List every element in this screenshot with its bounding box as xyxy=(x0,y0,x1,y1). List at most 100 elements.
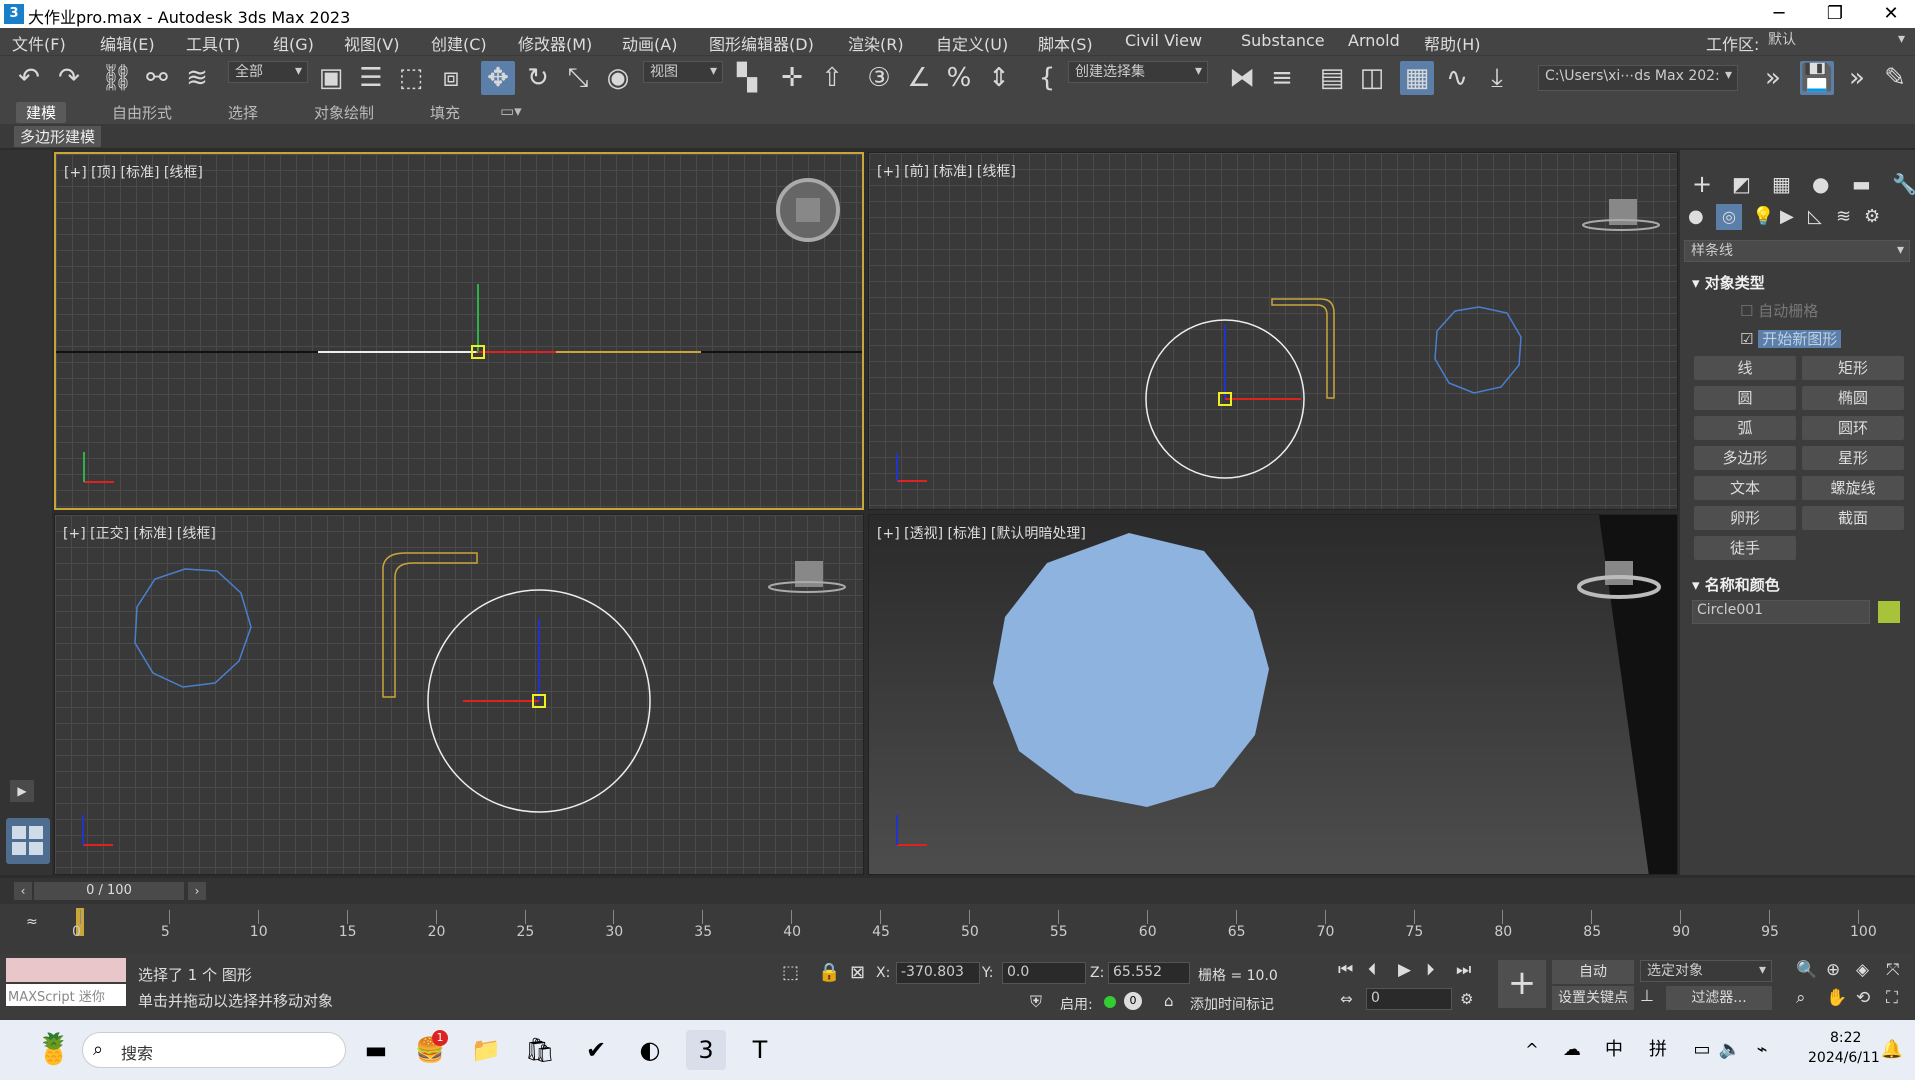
minimize-button[interactable]: ─ xyxy=(1751,0,1807,28)
named-selection-dropdown[interactable]: 创建选择集 xyxy=(1068,61,1208,83)
zoom-icon[interactable]: 🔍 xyxy=(1796,960,1817,980)
menu-edit[interactable]: 编辑(E) xyxy=(100,31,155,55)
menu-view[interactable]: 视图(V) xyxy=(344,31,399,55)
rectangle-button[interactable]: 矩形 xyxy=(1802,356,1904,380)
pineapple-widget-icon[interactable]: 🍍 xyxy=(34,1030,74,1070)
y-coord-field[interactable]: 0.0 xyxy=(1002,962,1086,984)
menu-rendering[interactable]: 渲染(R) xyxy=(848,31,904,55)
redo-icon[interactable]: ↷ xyxy=(52,61,86,95)
ellipse-button[interactable]: 椭圆 xyxy=(1802,386,1904,410)
helix-button[interactable]: 螺旋线 xyxy=(1802,476,1904,500)
prev-frame-icon[interactable]: ‹ xyxy=(14,882,32,900)
freehand-button[interactable]: 徒手 xyxy=(1694,536,1796,560)
modify-tab-icon[interactable]: ◩ xyxy=(1732,172,1751,196)
place-icon[interactable]: ◉ xyxy=(601,61,635,95)
rotate-icon[interactable]: ↻ xyxy=(521,61,555,95)
ime-chinese[interactable]: 中 xyxy=(1594,1030,1634,1070)
curve-editor-icon[interactable]: ∿ xyxy=(1440,61,1474,95)
set-key-button[interactable]: 设置关键点 xyxy=(1552,986,1634,1010)
spacewarps-icon[interactable]: ≋ xyxy=(1836,206,1851,227)
selected-objects-dropdown[interactable]: 选定对象 xyxy=(1640,960,1772,982)
menu-file[interactable]: 文件(F) xyxy=(12,31,66,55)
expand-icon[interactable]: ▶ xyxy=(10,780,34,802)
file-explorer-icon[interactable]: 📁 xyxy=(466,1030,506,1070)
align-icon[interactable]: ⇧ xyxy=(815,61,849,95)
close-button[interactable]: ✕ xyxy=(1863,0,1915,28)
clock-date[interactable]: 2024/6/11 xyxy=(1808,1050,1880,1066)
play-icon[interactable]: ▶ xyxy=(1398,960,1411,980)
menu-tools[interactable]: 工具(T) xyxy=(186,31,240,55)
goto-end-icon[interactable]: ⏭ xyxy=(1456,960,1471,980)
next-frame-icon[interactable]: › xyxy=(188,882,206,900)
task-view-icon[interactable]: ▬ xyxy=(356,1030,396,1070)
menu-graph-editors[interactable]: 图形编辑器(D) xyxy=(709,31,814,55)
scene-explorer-icon[interactable]: ▤ xyxy=(1315,61,1349,95)
menu-create[interactable]: 创建(C) xyxy=(431,31,487,55)
prev-key-icon[interactable]: ⏴ xyxy=(1368,960,1377,980)
align-tool-icon[interactable]: ≡ xyxy=(1265,61,1299,95)
shapes-icon[interactable]: ◎ xyxy=(1716,204,1742,230)
move-icon[interactable]: ✥ xyxy=(481,61,515,95)
absolute-mode-icon[interactable]: ⊠ xyxy=(850,962,865,983)
maxscript-mini-field[interactable]: MAXScript 迷你 xyxy=(6,984,126,1006)
key-mode-icon[interactable]: ✛ xyxy=(775,61,809,95)
maxscript-listener[interactable] xyxy=(6,958,126,982)
workspace-select[interactable]: 默认 xyxy=(1762,30,1910,52)
hierarchy-tab-icon[interactable]: ▦ xyxy=(1772,172,1791,196)
section-button[interactable]: 截面 xyxy=(1802,506,1904,530)
geometry-icon[interactable]: ● xyxy=(1688,206,1704,227)
search-box[interactable]: ⌕ 搜索 xyxy=(82,1032,346,1068)
typora-app-icon[interactable]: T xyxy=(740,1030,780,1070)
x-coord-field[interactable]: -370.803 xyxy=(896,962,980,984)
name-color-header[interactable]: ▾ 名称和颜色 xyxy=(1692,574,1780,595)
menu-scripting[interactable]: 脚本(S) xyxy=(1038,31,1093,55)
menu-modifiers[interactable]: 修改器(M) xyxy=(518,31,592,55)
menu-arnold[interactable]: Arnold xyxy=(1348,31,1400,50)
polygon-modeling-label[interactable]: 多边形建模 xyxy=(14,126,102,147)
star-button[interactable]: 星形 xyxy=(1802,446,1904,470)
enable-indicator[interactable] xyxy=(1104,996,1116,1008)
donut-button[interactable]: 圆环 xyxy=(1802,416,1904,440)
menu-group[interactable]: 组(G) xyxy=(273,31,314,55)
clock-time[interactable]: 8:22 xyxy=(1830,1030,1861,1046)
ribbon-toggle-icon[interactable]: ▦ xyxy=(1400,61,1434,95)
viewport-layout-icon[interactable] xyxy=(6,818,50,864)
save-icon[interactable]: 💾 xyxy=(1800,61,1834,95)
viewport-perspective[interactable]: [+] [透视] [标准] [默认明暗处理] xyxy=(868,514,1678,875)
angle-snap-icon[interactable]: ∠ xyxy=(902,61,936,95)
line-button[interactable]: 线 xyxy=(1694,356,1796,380)
isolate-icon[interactable]: ⬚ xyxy=(782,962,799,983)
next-key-icon[interactable]: ⏵ xyxy=(1426,960,1435,980)
scale-icon[interactable]: ⤡ xyxy=(561,61,595,95)
circle-button[interactable]: 圆 xyxy=(1694,386,1796,410)
cameras-icon[interactable]: ▶ xyxy=(1780,206,1794,227)
reference-coord-dropdown[interactable]: 视图 xyxy=(643,61,723,83)
more-icon[interactable]: » xyxy=(1756,61,1790,95)
select-object-icon[interactable]: ▣ xyxy=(314,61,348,95)
pivot-icon[interactable]: ▚ xyxy=(730,61,764,95)
viewport-front[interactable]: [+] [前] [标准] [线框] xyxy=(868,152,1678,510)
tab-selection[interactable]: 选择 xyxy=(228,102,258,123)
key-filters-icon[interactable]: ⊥ xyxy=(1640,986,1654,1005)
create-tab-icon[interactable]: + xyxy=(1692,170,1712,198)
menu-substance[interactable]: Substance xyxy=(1241,31,1325,50)
maximize-button[interactable]: ❐ xyxy=(1807,0,1863,28)
brush-icon[interactable]: ✎ xyxy=(1878,61,1912,95)
adaptive-degradation-icon[interactable]: ⛨ xyxy=(1030,992,1042,1012)
undo-icon[interactable]: ↶ xyxy=(12,61,46,95)
menu-civil-view[interactable]: Civil View xyxy=(1125,31,1202,50)
tray-expand-icon[interactable]: ^ xyxy=(1512,1030,1552,1070)
rect-selection-icon[interactable]: ⬚ xyxy=(394,61,428,95)
percent-snap-icon[interactable]: % xyxy=(942,61,976,95)
tab-freeform[interactable]: 自由形式 xyxy=(112,102,172,123)
goto-start-icon[interactable]: ⏮ xyxy=(1338,960,1353,980)
current-frame-field[interactable]: 0 xyxy=(1366,988,1452,1010)
time-slider[interactable]: 0 / 100 xyxy=(34,882,184,900)
menu-help[interactable]: 帮助(H) xyxy=(1424,31,1481,55)
tab-populate[interactable]: 填充 xyxy=(430,102,460,123)
lights-icon[interactable]: 💡 xyxy=(1752,206,1774,227)
link-icon[interactable]: ⛓ xyxy=(100,61,134,95)
ngon-button[interactable]: 多边形 xyxy=(1694,446,1796,470)
maximize-viewport-icon[interactable]: ⛶ xyxy=(1886,988,1898,1008)
viewport-top[interactable]: [+] [顶] [标准] [线框] xyxy=(54,152,864,510)
